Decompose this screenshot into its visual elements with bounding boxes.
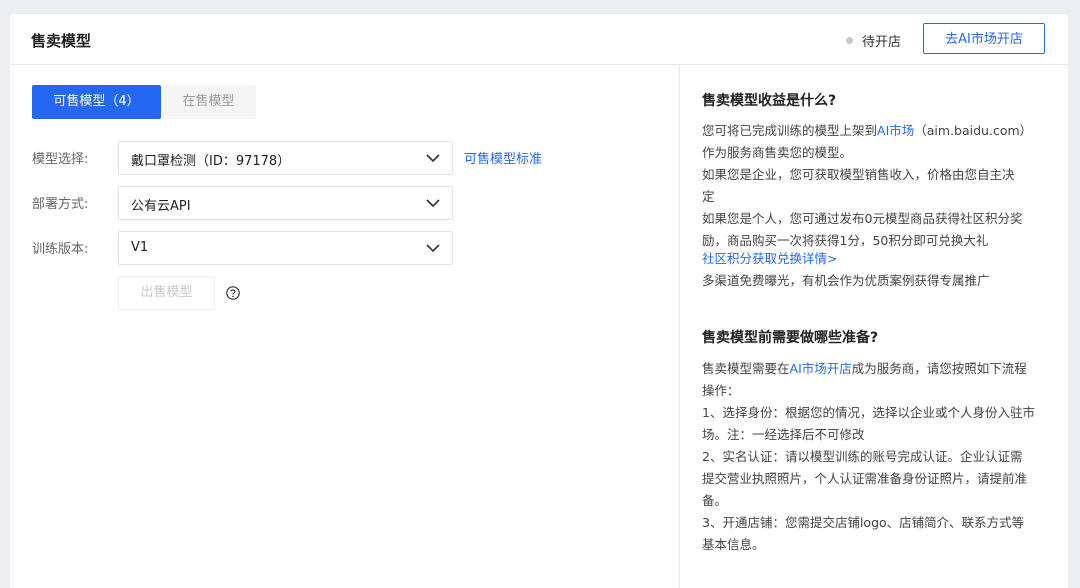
info-line: 多渠道免费曝光，有机会作为优质案例获得专属推广 xyxy=(702,273,990,288)
chevron-down-icon xyxy=(426,244,440,253)
ai-market-store-link[interactable]: AI市场开店 xyxy=(790,361,852,376)
info-text: 您可将已完成训练的模型上架到 xyxy=(702,123,878,138)
info-text: （aim.baidu.com） xyxy=(914,123,1033,138)
help-question-icon[interactable] xyxy=(226,286,240,300)
tab-on-sale-models[interactable]: 在售模型 xyxy=(161,85,256,119)
status-dot-icon xyxy=(846,37,853,44)
info-line: 2、实名认证：请以模型训练的账号完成认证。企业认证需 xyxy=(702,449,1023,464)
model-standard-link[interactable]: 可售模型标准 xyxy=(464,148,542,167)
deploy-method-select[interactable]: 公有云API xyxy=(118,186,453,220)
info-line: 定 xyxy=(702,189,715,204)
info-line: 场。注：一经选择后不可修改 xyxy=(702,427,865,442)
page-title: 售卖模型 xyxy=(31,32,92,50)
section-title-preparation: 售卖模型前需要做哪些准备? xyxy=(702,330,879,346)
store-status: 待开店 xyxy=(862,35,902,50)
model-select-value: 戴口罩检测（ID：97178） xyxy=(131,154,291,169)
deploy-method-label: 部署方式: xyxy=(32,197,89,212)
training-version-label: 训练版本: xyxy=(32,242,89,257)
info-line: 您可将已完成训练的模型上架到AI市场（aim.baidu.com） xyxy=(702,120,1032,142)
info-line: 1、选择身份：根据您的情况，选择以企业或个人身份入驻市 xyxy=(702,405,1035,420)
info-line: 售卖模型需要在AI市场开店成为服务商，请您按照如下流程 xyxy=(702,358,1027,380)
info-line: 作为服务商售卖您的模型。 xyxy=(702,145,853,160)
page-header: 售卖模型 待开店 去AI市场开店 xyxy=(10,14,1068,65)
info-line: 3、开通店铺：您需提交店铺logo、店铺简介、联系方式等 xyxy=(702,515,1025,530)
info-text: 售卖模型需要在 xyxy=(702,361,790,376)
info-line: 提交营业执照照片，个人认证需准备身份证照片，请提前准 xyxy=(702,471,1028,486)
section-title-earnings: 售卖模型收益是什么? xyxy=(702,93,837,109)
sell-model-button[interactable]: 出售模型 xyxy=(118,276,215,310)
model-select-label: 模型选择: xyxy=(32,152,89,167)
training-version-select[interactable]: V1 xyxy=(118,231,453,265)
main-card: 售卖模型 待开店 去AI市场开店 可售模型（4） 在售模型 模型选择: 戴口罩检… xyxy=(10,14,1068,588)
chevron-down-icon xyxy=(426,154,440,163)
training-version-value: V1 xyxy=(131,240,149,255)
info-line: 操作： xyxy=(702,383,740,398)
open-store-button[interactable]: 去AI市场开店 xyxy=(923,23,1045,54)
info-line: 如果您是企业，您可获取模型销售收入，价格由您自主决 xyxy=(702,167,1015,182)
deploy-method-value: 公有云API xyxy=(131,199,191,214)
info-line: 备。 xyxy=(702,493,728,508)
ai-market-link[interactable]: AI市场 xyxy=(877,123,914,138)
chevron-down-icon xyxy=(426,199,440,208)
panel-divider xyxy=(679,65,680,588)
points-details-link[interactable]: 社区积分获取兑换详情> xyxy=(702,248,837,270)
info-line: 如果您是个人，您可通过发布0元模型商品获得社区积分奖 xyxy=(702,211,1023,226)
tab-sellable-models[interactable]: 可售模型（4） xyxy=(32,85,161,119)
info-text: 成为服务商，请您按照如下流程 xyxy=(851,361,1027,376)
model-select[interactable]: 戴口罩检测（ID：97178） xyxy=(118,141,453,175)
info-line: 基本信息。 xyxy=(702,537,765,552)
